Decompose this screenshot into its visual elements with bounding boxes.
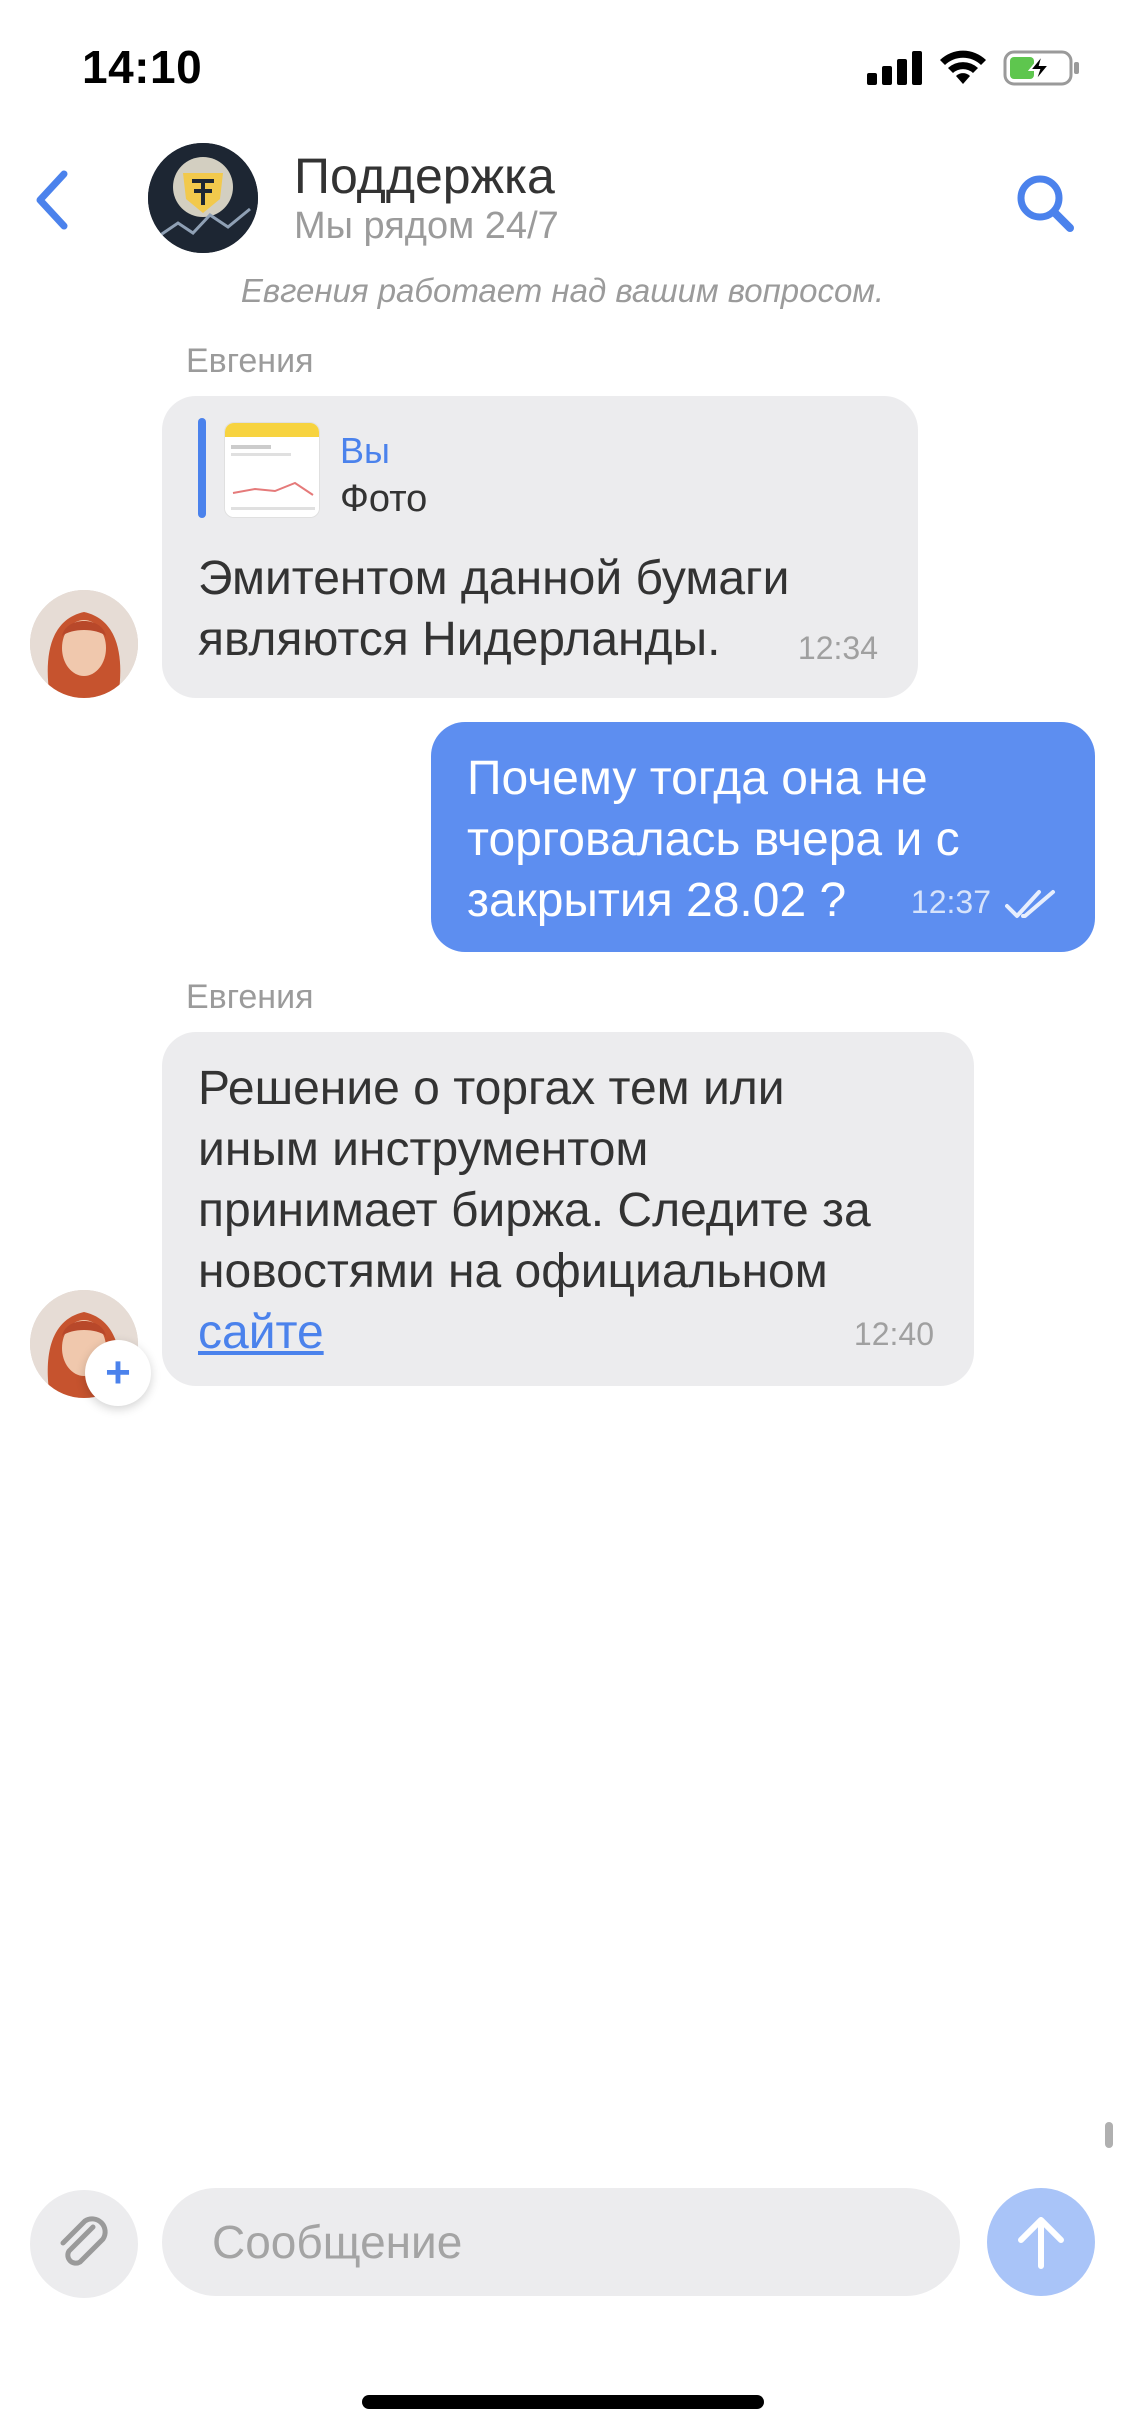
message-bubble[interactable]: Вы Фото Эмитентом данной бумаги являются… bbox=[162, 396, 918, 698]
reply-preview[interactable]: Вы Фото bbox=[198, 418, 598, 520]
wifi-icon bbox=[940, 50, 986, 84]
reply-label: Фото bbox=[340, 478, 428, 520]
message-text: Почему тогда она не торговалась вчера и … bbox=[467, 748, 960, 931]
message-line: Эмитентом данной бумаги bbox=[198, 552, 790, 605]
battery-charging-icon bbox=[1003, 50, 1079, 86]
message-time: 12:40 bbox=[853, 1316, 934, 1352]
message-line: закрытия 28.02 ? bbox=[467, 874, 847, 927]
message-line: Почему тогда она не bbox=[467, 752, 928, 805]
back-button[interactable] bbox=[22, 160, 82, 240]
message-input[interactable] bbox=[162, 2188, 960, 2296]
chevron-left-icon bbox=[36, 170, 68, 230]
photo-thumbnail-icon bbox=[225, 423, 319, 517]
operator-photo bbox=[30, 590, 138, 698]
double-check-icon bbox=[1005, 890, 1055, 918]
bank-logo-icon bbox=[148, 143, 258, 253]
message-bubble[interactable]: Решение о торгах тем или иным инструмент… bbox=[162, 1032, 974, 1386]
chat-header: Поддержка Мы рядом 24/7 bbox=[0, 135, 1125, 265]
attach-button[interactable] bbox=[30, 2190, 138, 2298]
home-indicator[interactable] bbox=[362, 2395, 764, 2409]
search-icon bbox=[1017, 175, 1074, 232]
reply-bar bbox=[198, 418, 206, 518]
message-line: являются Нидерланды. bbox=[198, 613, 721, 666]
typing-notice: Евгения работает над вашим вопросом. bbox=[240, 272, 885, 309]
search-button[interactable] bbox=[1005, 163, 1085, 243]
sender-name: Евгения bbox=[186, 978, 314, 1016]
support-avatar[interactable] bbox=[148, 143, 258, 253]
paperclip-icon bbox=[60, 2216, 108, 2266]
add-contact-button[interactable]: + bbox=[85, 1340, 151, 1406]
message-line: новостями на официальном bbox=[198, 1245, 828, 1298]
scrollbar[interactable] bbox=[1105, 2122, 1113, 2148]
arrow-up-icon bbox=[1018, 2217, 1064, 2269]
message-time: 12:34 bbox=[797, 630, 878, 666]
operator-avatar[interactable] bbox=[30, 590, 138, 698]
message-text: Решение о торгах тем или иным инструмент… bbox=[198, 1058, 871, 1363]
plus-icon: + bbox=[105, 1348, 131, 1397]
cellular-signal-icon bbox=[867, 51, 922, 85]
sender-name: Евгения bbox=[186, 342, 314, 380]
message-line: Решение о торгах тем или bbox=[198, 1062, 785, 1115]
chat-title: Поддержка bbox=[294, 148, 555, 204]
status-time: 14:10 bbox=[82, 41, 203, 93]
message-text: Эмитентом данной бумаги являются Нидерла… bbox=[198, 548, 789, 670]
reply-author: Вы bbox=[340, 430, 390, 471]
message-line: торговалась вчера и с bbox=[467, 813, 960, 866]
chat-subtitle: Мы рядом 24/7 bbox=[294, 205, 559, 247]
status-icons bbox=[867, 48, 1081, 88]
send-button[interactable] bbox=[987, 2188, 1095, 2296]
reply-photo-thumbnail[interactable] bbox=[224, 422, 320, 518]
website-link[interactable]: сайте bbox=[198, 1306, 324, 1359]
message-line: иным инструментом bbox=[198, 1123, 649, 1176]
message-line: принимает биржа. Следите за bbox=[198, 1184, 871, 1237]
status-bar: 14:10 bbox=[0, 0, 1125, 135]
message-bubble-outgoing[interactable]: Почему тогда она не торговалась вчера и … bbox=[431, 722, 1095, 952]
message-time: 12:37 bbox=[910, 884, 991, 920]
